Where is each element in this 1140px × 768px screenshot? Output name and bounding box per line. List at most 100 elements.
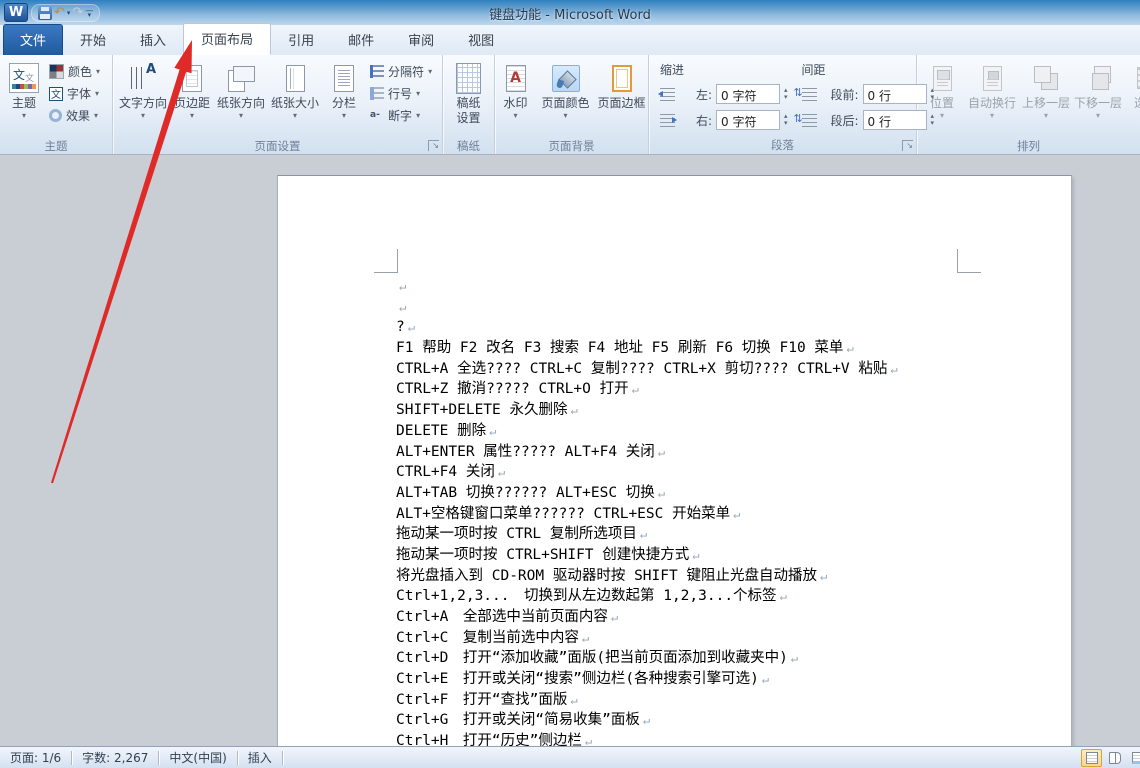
tab-review[interactable]: 审阅 <box>391 25 451 55</box>
watermark-icon <box>505 64 526 92</box>
line-numbers-icon <box>370 87 385 100</box>
margins-button[interactable]: 页边距 ▾ <box>170 58 214 138</box>
document-page[interactable]: ↵ ↵ ? ↵ F1 帮助 F2 改名 F3 搜索 F4 地址 F5 刷新 F6 … <box>277 175 1072 746</box>
themes-button[interactable]: 文文 主题 ▾ <box>3 58 45 138</box>
position-button: 位置 ▾ <box>920 58 964 138</box>
tab-page-layout[interactable]: 页面布局 <box>183 23 272 55</box>
spacing-after-icon <box>794 112 817 127</box>
doc-line: SHIFT+DELETE 永久删除 ↵ <box>396 402 578 419</box>
text-direction-button[interactable]: 文字方向 ▾ <box>116 58 170 138</box>
indent-right-icon <box>660 113 677 127</box>
pilcrow-mark: ↵ <box>407 320 415 335</box>
pilcrow-mark: ↵ <box>657 444 666 459</box>
orientation-button[interactable]: 纸张方向 ▾ <box>214 58 268 138</box>
breaks-button[interactable]: 分隔符 ▾ <box>366 62 436 81</box>
theme-effects-button[interactable]: 效果 ▾ <box>45 106 104 125</box>
group-arrange: 位置 ▾ 自动换行 ▾ 上移一层 ▾ 下移一层 ▾ 选 排列 <box>917 55 1140 154</box>
indent-right-label: 右: <box>695 113 712 128</box>
group-page-background: 水印 ▾ 页面颜色 ▾ 页面边框 页面背景 <box>495 55 649 154</box>
doc-line: Ctrl+A 全部选中当前页面内容 ↵ <box>396 609 619 625</box>
undo-icon[interactable]: ↶ <box>54 6 65 19</box>
line-numbers-button[interactable]: 行号 ▾ <box>366 84 436 103</box>
themes-icon: 文文 <box>9 63 39 93</box>
indent-left-icon <box>658 87 675 101</box>
tab-references[interactable]: 引用 <box>271 25 331 55</box>
doc-line: ↵ <box>396 297 1046 318</box>
margins-icon <box>182 64 203 92</box>
word-logo-icon[interactable]: W <box>4 3 28 22</box>
tab-file[interactable]: 文件 <box>3 24 64 55</box>
doc-line: CTRL+A 全选???? CTRL+C 复制???? CTRL+X 剪切???… <box>396 360 898 377</box>
status-page-number[interactable]: 页面: 1/6 <box>0 749 71 766</box>
theme-fonts-icon: 文 <box>49 86 63 101</box>
print-layout-view-button[interactable] <box>1081 749 1102 767</box>
send-backward-button: 下移一层 ▾ <box>1072 58 1124 138</box>
ribbon-tabs: 文件 开始 插入 页面布局 引用 邮件 审阅 视图 <box>0 23 1140 55</box>
hyphenation-button[interactable]: a- 断字 ▾ <box>366 106 436 125</box>
tab-insert[interactable]: 插入 <box>123 25 183 55</box>
page-setup-dialog-launcher[interactable]: ↘ <box>428 140 439 151</box>
watermark-button[interactable]: 水印 ▾ <box>494 58 538 138</box>
group-themes: 文文 主题 ▾ 颜色 ▾ 文 字体 ▾ 效果 ▾ 主题 <box>0 55 113 154</box>
indent-right-input[interactable]: 0 字符 <box>716 110 780 130</box>
status-language[interactable]: 中文(中国) <box>159 749 236 766</box>
doc-line: ALT+ENTER 属性????? ALT+F4 关闭 ↵ <box>396 443 666 460</box>
web-layout-view-button[interactable] <box>1127 749 1140 767</box>
pilcrow-mark: ↵ <box>399 299 407 314</box>
group-label-paper: 稿纸 <box>457 139 480 153</box>
doc-line: Ctrl+E 打开或关闭“搜索”侧边栏(各种搜索引擎可选) ↵ <box>396 671 770 688</box>
pilcrow-mark: ↵ <box>570 692 578 707</box>
doc-line: ↵ <box>396 276 1046 297</box>
indent-left-input[interactable]: 0 字符 <box>716 84 780 104</box>
spacing-after-label: 段后: <box>830 113 859 128</box>
doc-line: Ctrl+F 打开“查找”面版 ↵ <box>396 691 578 708</box>
page-color-icon <box>551 64 580 92</box>
doc-line: Ctrl+C 复制当前选中内容 ↵ <box>396 629 590 646</box>
tab-mailings[interactable]: 邮件 <box>331 25 391 55</box>
spacing-before-icon <box>794 86 817 101</box>
save-icon[interactable] <box>38 5 52 20</box>
page-borders-button[interactable]: 页面边框 <box>594 58 650 138</box>
wrap-text-button: 自动换行 ▾ <box>964 58 1020 138</box>
doc-line: ? ↵ <box>396 319 415 336</box>
pilcrow-mark: ↵ <box>610 610 619 624</box>
doc-line: CTRL+Z 撤消????? CTRL+O 打开 ↵ <box>396 381 639 398</box>
doc-line: Ctrl+G 打开或关闭“简易收集”面板 ↵ <box>396 712 651 729</box>
theme-fonts-button[interactable]: 文 字体 ▾ <box>45 84 104 103</box>
pilcrow-mark: ↵ <box>761 672 770 687</box>
pilcrow-mark: ↵ <box>779 589 787 604</box>
group-label-arrange: 排列 <box>1017 139 1040 153</box>
doc-line: 拖动某一项时按 CTRL 复制所选项目 ↵ <box>396 526 648 543</box>
document-text[interactable]: ↵ ↵ ? ↵ F1 帮助 F2 改名 F3 搜索 F4 地址 F5 刷新 F6 … <box>396 276 1046 746</box>
undo-dropdown-icon[interactable]: ▾ <box>67 9 71 17</box>
pilcrow-mark: ↵ <box>692 547 700 562</box>
selection-pane-button: 选择 <box>1124 58 1140 138</box>
text-boundary-mark-left <box>374 249 398 273</box>
doc-line: F1 帮助 F2 改名 F3 搜索 F4 地址 F5 刷新 F6 切换 F10 … <box>396 340 854 357</box>
doc-line: Ctrl+D 打开“添加收藏”面版(把当前页面添加到收藏夹中) ↵ <box>396 650 799 667</box>
paragraph-dialog-launcher[interactable]: ↘ <box>902 140 913 151</box>
columns-button[interactable]: 分栏 ▾ <box>322 58 366 138</box>
size-button[interactable]: 纸张大小 ▾ <box>268 58 322 138</box>
customize-qat-icon[interactable]: — ▾ <box>85 6 93 18</box>
group-label-page-background: 页面背景 <box>548 139 595 153</box>
theme-colors-button[interactable]: 颜色 ▾ <box>45 62 104 81</box>
page-color-button[interactable]: 页面颜色 ▾ <box>538 58 594 138</box>
pilcrow-mark: ↵ <box>733 506 741 521</box>
pilcrow-mark: ↵ <box>570 403 578 418</box>
status-insert-mode[interactable]: 插入 <box>238 749 282 766</box>
paper-setup-button[interactable]: 稿纸 设置 <box>447 58 491 138</box>
pilcrow-mark: ↵ <box>819 568 828 583</box>
full-screen-reading-view-button[interactable] <box>1104 749 1125 767</box>
group-paragraph: 缩进 左: 0 字符 ▴ ▾ 右: 0 字符 ▴ ▾ 间距 ⇅ 段前: 0 行 … <box>649 55 934 154</box>
view-shortcuts <box>1081 749 1140 767</box>
text-boundary-mark-right <box>957 249 981 273</box>
tab-view[interactable]: 视图 <box>451 25 511 55</box>
columns-icon <box>334 64 355 92</box>
status-word-count[interactable]: 字数: 2,267 <box>72 749 158 766</box>
indent-left-down[interactable]: ▾ <box>784 94 788 101</box>
pilcrow-mark: ↵ <box>497 465 506 480</box>
group-page-setup: 文字方向 ▾ 页边距 ▾ 纸张方向 ▾ 纸张大小 ▾ <box>113 55 443 154</box>
indent-right-down[interactable]: ▾ <box>784 120 788 127</box>
tab-home[interactable]: 开始 <box>63 25 123 55</box>
